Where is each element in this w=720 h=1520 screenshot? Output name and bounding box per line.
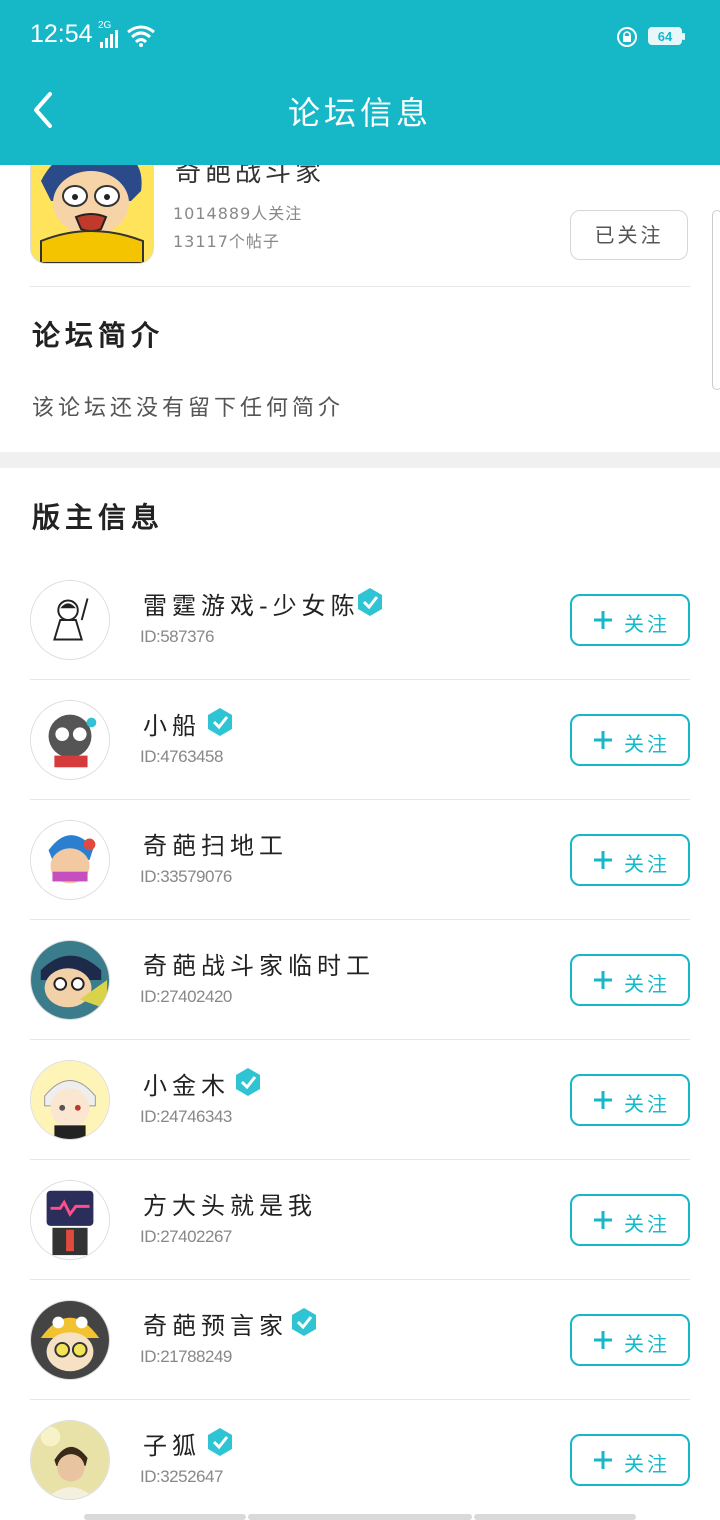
avatar[interactable]: [30, 1300, 110, 1380]
plus-icon: [594, 731, 612, 749]
side-scroll-edge: [712, 210, 720, 390]
follow-label: 关注: [624, 1092, 670, 1116]
verified-badge-icon: [208, 1428, 232, 1456]
follow-button[interactable]: 关注: [570, 1314, 690, 1366]
bottom-scroll-indicator: [474, 1514, 636, 1520]
follow-button[interactable]: 关注: [570, 834, 690, 886]
moderator-id: ID:33579076: [140, 867, 232, 886]
moderator-id: ID:21788249: [140, 1347, 232, 1366]
avatar[interactable]: [30, 1060, 110, 1140]
moderator-id: ID:27402420: [140, 987, 232, 1006]
moderator-row[interactable]: 奇葩预言家 ID:21788249 关注: [0, 1280, 720, 1400]
moderators-heading: 版主信息: [32, 501, 165, 534]
moderator-id: ID:27402267: [140, 1227, 232, 1246]
plus-icon: [594, 851, 612, 869]
followed-button[interactable]: 已关注: [570, 210, 688, 260]
moderator-name: 雷霆游戏-少女陈: [143, 592, 360, 620]
intro-text: 该论坛还没有留下任何简介: [32, 396, 345, 421]
battery-icon: 64: [648, 27, 685, 45]
plus-icon: [594, 1451, 612, 1469]
forum-followers: 1014889人关注: [173, 204, 303, 223]
forum-posts: 13117个帖子: [173, 232, 280, 251]
avatar[interactable]: [30, 1420, 110, 1500]
verified-badge-icon: [208, 708, 232, 736]
moderator-name: 小金木: [143, 1072, 230, 1100]
moderator-name: 奇葩战斗家临时工: [143, 952, 375, 980]
moderator-name: 子狐: [143, 1432, 201, 1460]
follow-label: 关注: [624, 852, 670, 876]
section-separator: [0, 452, 720, 468]
plus-icon: [594, 1091, 612, 1109]
moderator-name: 奇葩预言家: [143, 1312, 288, 1340]
follow-label: 关注: [624, 972, 670, 996]
avatar[interactable]: [30, 580, 110, 660]
moderator-name: 小船: [143, 712, 201, 740]
verified-badge-icon: [358, 588, 382, 616]
status-time: 12:54: [30, 20, 93, 48]
moderator-row[interactable]: 小金木 ID:24746343 关注: [0, 1040, 720, 1160]
divider: [30, 286, 690, 287]
moderator-id: ID:24746343: [140, 1107, 232, 1126]
plus-icon: [594, 971, 612, 989]
follow-label: 关注: [624, 612, 670, 636]
avatar[interactable]: [30, 940, 110, 1020]
plus-icon: [594, 1211, 612, 1229]
avatar[interactable]: [30, 820, 110, 900]
page-title: 论坛信息: [287, 94, 432, 132]
status-bar: 12:54 2G 64: [0, 0, 720, 72]
avatar[interactable]: [30, 1180, 110, 1260]
moderator-row[interactable]: 方大头就是我 ID:27402267 关注: [0, 1160, 720, 1280]
follow-label: 关注: [624, 1332, 670, 1356]
moderator-row[interactable]: 雷霆游戏-少女陈 ID:587376 关注: [0, 560, 720, 680]
plus-icon: [594, 1331, 612, 1349]
follow-button[interactable]: 关注: [570, 1194, 690, 1246]
moderator-id: ID:4763458: [140, 747, 223, 766]
verified-badge-icon: [236, 1068, 260, 1096]
moderator-row[interactable]: 子狐 ID:3252647 关注: [0, 1400, 720, 1520]
moderator-id: ID:587376: [140, 627, 214, 646]
follow-button[interactable]: 关注: [570, 714, 690, 766]
wifi-icon: [127, 25, 155, 47]
follow-button[interactable]: 关注: [570, 594, 690, 646]
bottom-scroll-indicator: [248, 1514, 472, 1520]
plus-icon: [594, 611, 612, 629]
follow-label: 关注: [624, 732, 670, 756]
rotation-lock-icon: [617, 27, 637, 47]
moderator-row[interactable]: 奇葩战斗家临时工 ID:27402420 关注: [0, 920, 720, 1040]
moderator-row[interactable]: 奇葩扫地工 ID:33579076 关注: [0, 800, 720, 920]
follow-button[interactable]: 关注: [570, 954, 690, 1006]
app-header: 12:54 2G 64 论坛信息: [0, 0, 720, 165]
avatar[interactable]: [30, 700, 110, 780]
intro-heading: 论坛简介: [32, 319, 165, 352]
moderator-name: 方大头就是我: [143, 1192, 317, 1220]
follow-button[interactable]: 关注: [570, 1074, 690, 1126]
moderator-id: ID:3252647: [140, 1467, 223, 1486]
moderator-name: 奇葩扫地工: [143, 832, 288, 860]
moderator-row[interactable]: 小船 ID:4763458 关注: [0, 680, 720, 800]
bottom-scroll-indicator: [84, 1514, 246, 1520]
verified-badge-icon: [292, 1308, 316, 1336]
follow-button[interactable]: 关注: [570, 1434, 690, 1486]
follow-label: 关注: [624, 1212, 670, 1236]
follow-label: 关注: [624, 1452, 670, 1476]
